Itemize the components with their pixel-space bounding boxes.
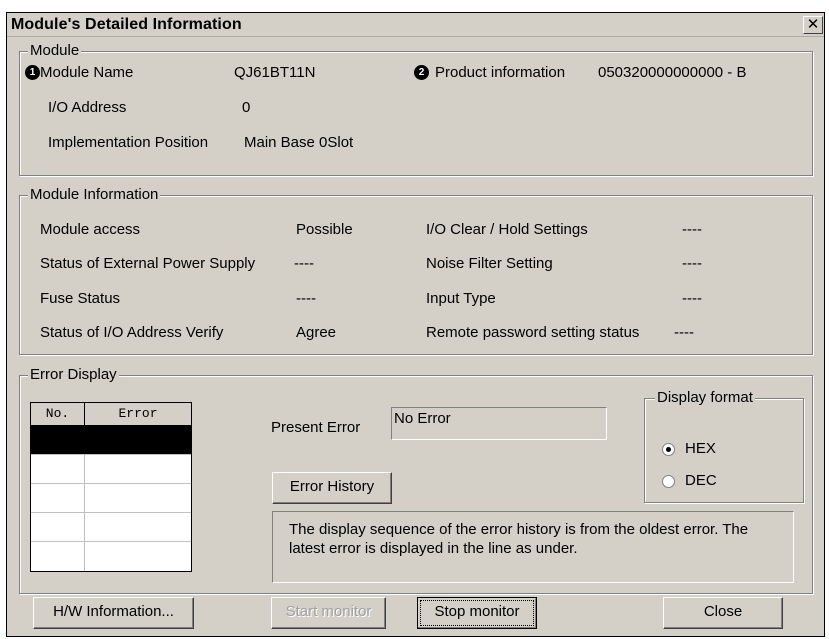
- hex-radio-label[interactable]: HEX: [685, 440, 716, 458]
- display-format-group: Display format HEX DEC: [644, 389, 804, 503]
- io-clear-hold-value: ----: [682, 221, 702, 238]
- noise-filter-value: ----: [682, 255, 702, 272]
- product-info-value: 050320000000000 - B: [598, 64, 747, 81]
- implementation-position-value: Main Base 0Slot: [244, 134, 354, 151]
- error-note-box: The display sequence of the error histor…: [272, 511, 794, 583]
- error-history-button[interactable]: Error History: [272, 472, 392, 504]
- io-verify-value: Agree: [296, 324, 337, 341]
- module-access-label: Module access: [40, 221, 141, 238]
- table-row[interactable]: [31, 484, 191, 513]
- badge-2-icon: 2: [414, 65, 429, 80]
- dialog-title: Module's Detailed Information: [11, 16, 242, 33]
- table-row[interactable]: [31, 455, 191, 484]
- badge-1-icon: 1: [25, 65, 40, 80]
- close-icon[interactable]: ✕: [803, 16, 823, 34]
- product-info-label: Product information: [435, 64, 566, 81]
- error-display-group: Error Display No. Error Present Error No…: [19, 366, 813, 594]
- dec-radio[interactable]: [662, 475, 675, 488]
- title-bar: Module's Detailed Information ✕: [7, 13, 824, 37]
- module-name-value: QJ61BT11N: [234, 64, 316, 81]
- start-monitor-button[interactable]: Start monitor: [271, 597, 386, 629]
- error-table-header: No. Error: [31, 403, 191, 426]
- error-note-text: The display sequence of the error histor…: [289, 521, 749, 557]
- present-error-value: No Error: [394, 410, 451, 427]
- hex-radio[interactable]: [662, 443, 675, 456]
- stop-monitor-button[interactable]: Stop monitor: [417, 597, 537, 629]
- close-button[interactable]: Close: [663, 597, 783, 629]
- input-type-label: Input Type: [426, 290, 496, 307]
- module-name-label: Module Name: [40, 64, 134, 81]
- display-format-legend: Display format: [655, 389, 755, 407]
- table-row[interactable]: [31, 542, 191, 571]
- present-error-field: No Error: [391, 407, 607, 440]
- external-power-value: ----: [294, 255, 314, 272]
- external-power-label: Status of External Power Supply: [40, 255, 256, 272]
- io-address-label: I/O Address: [48, 99, 127, 116]
- hw-information-button[interactable]: H/W Information...: [33, 597, 194, 629]
- module-access-value: Possible: [296, 221, 353, 238]
- noise-filter-label: Noise Filter Setting: [426, 255, 553, 272]
- table-row[interactable]: [31, 426, 191, 455]
- fuse-status-value: ----: [296, 290, 316, 307]
- remote-password-value: ----: [674, 324, 694, 341]
- col-error-header[interactable]: Error: [85, 403, 191, 425]
- error-display-legend: Error Display: [28, 366, 119, 384]
- col-no-header[interactable]: No.: [31, 403, 85, 425]
- remote-password-label: Remote password setting status: [426, 324, 640, 341]
- module-detail-dialog: Module's Detailed Information ✕ Module 1…: [6, 12, 825, 637]
- implementation-position-label: Implementation Position: [48, 134, 209, 151]
- error-table[interactable]: No. Error: [30, 402, 192, 572]
- module-legend: Module: [28, 42, 82, 60]
- table-row[interactable]: [31, 513, 191, 542]
- io-clear-hold-label: I/O Clear / Hold Settings: [426, 221, 588, 238]
- fuse-status-label: Fuse Status: [40, 290, 121, 307]
- input-type-value: ----: [682, 290, 702, 307]
- module-group: Module 1 Module Name QJ61BT11N 2 Product…: [19, 42, 813, 176]
- dec-radio-label[interactable]: DEC: [685, 472, 717, 490]
- io-address-value: 0: [242, 99, 251, 116]
- io-verify-label: Status of I/O Address Verify: [40, 324, 224, 341]
- module-info-group: Module Information Module access Possibl…: [19, 186, 813, 355]
- present-error-label: Present Error: [271, 419, 361, 436]
- module-info-legend: Module Information: [28, 186, 161, 204]
